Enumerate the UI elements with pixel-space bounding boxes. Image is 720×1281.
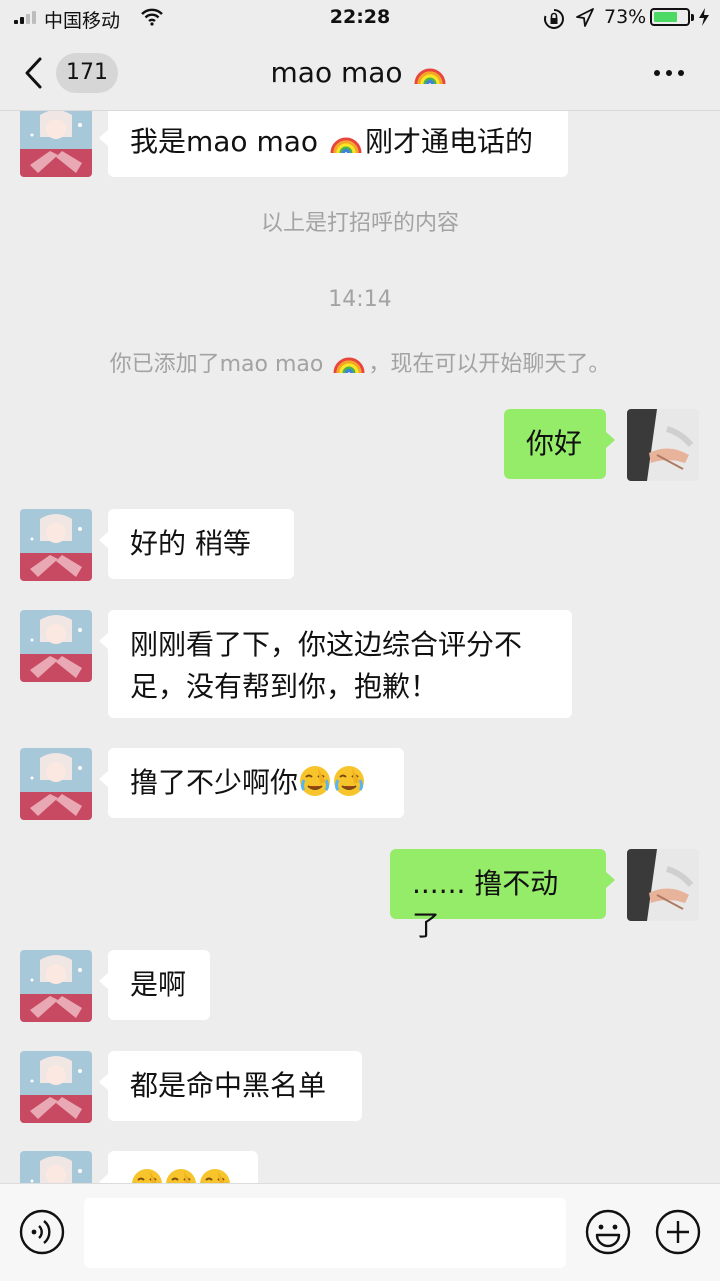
- incoming-message-bubble[interactable]: [99, 1151, 258, 1183]
- message-text: 我是mao mao: [130, 125, 327, 158]
- message-input[interactable]: [84, 1198, 566, 1268]
- system-notice-text: ，现在可以开始聊天了。: [368, 352, 611, 377]
- rainbow-emoji-icon: [329, 125, 363, 155]
- message-list[interactable]: 我是mao mao 刚才通电话的 以上是打招呼的内容 14:14 你已添加了ma…: [0, 111, 720, 1183]
- contact-avatar[interactable]: [20, 1051, 92, 1123]
- facepalm-tears-emoji-icon: [332, 764, 366, 798]
- orientation-lock-icon: [544, 9, 564, 29]
- message-text: 好的 稍等: [130, 527, 251, 560]
- facepalm-tears-emoji-icon: [298, 764, 332, 798]
- charging-bolt-icon: [699, 8, 709, 26]
- my-avatar[interactable]: [627, 409, 699, 481]
- my-avatar[interactable]: [627, 849, 699, 921]
- system-notice-text: 你已添加了mao mao: [109, 352, 331, 377]
- message-text: 你好: [526, 427, 583, 460]
- message-text: 撸了不少啊你: [130, 766, 299, 799]
- chat-title-text: mao mao: [270, 56, 403, 89]
- contact-avatar[interactable]: [20, 509, 92, 581]
- facepalm-tears-emoji-icon: [198, 1167, 232, 1183]
- input-bar: [0, 1183, 720, 1281]
- contact-avatar[interactable]: [20, 111, 92, 177]
- contact-avatar[interactable]: [20, 950, 92, 1022]
- chat-title: mao mao: [0, 56, 720, 89]
- facepalm-tears-emoji-icon: [164, 1167, 198, 1183]
- message-text: 刚才通电话的: [364, 125, 533, 158]
- system-notice: 以上是打招呼的内容: [260, 211, 459, 236]
- system-notice: 你已添加了mao mao ，现在可以开始聊天了。: [0, 345, 720, 378]
- status-bar: 中国移动 22:28 73%: [0, 0, 720, 36]
- location-arrow-icon: [576, 8, 594, 27]
- timestamp: 14:14: [328, 287, 392, 312]
- message-text: 都是命中黑名单: [130, 1069, 327, 1102]
- incoming-message-bubble[interactable]: 撸了不少啊你: [99, 748, 404, 818]
- contact-avatar[interactable]: [20, 748, 92, 820]
- battery-icon: [650, 8, 694, 26]
- chat-header: 171 mao mao: [0, 36, 720, 111]
- message-text: 是啊: [130, 968, 187, 1001]
- battery-percent: 73%: [604, 6, 647, 28]
- contact-avatar[interactable]: [20, 1151, 92, 1183]
- message-text: 刚刚看了下，你这边综合评分不足，没有帮到你，抱歉！: [130, 628, 523, 703]
- facepalm-tears-emoji-icon: [130, 1167, 164, 1183]
- rainbow-emoji-icon: [413, 56, 447, 86]
- rainbow-emoji-icon: [332, 345, 366, 375]
- contact-avatar[interactable]: [20, 610, 92, 682]
- incoming-message-bubble[interactable]: 刚刚看了下，你这边综合评分不足，没有帮到你，抱歉！: [99, 610, 572, 718]
- incoming-message-bubble[interactable]: 都是命中黑名单: [99, 1051, 362, 1121]
- incoming-message-bubble[interactable]: 我是mao mao 刚才通电话的: [99, 111, 568, 177]
- emoji-face-icon[interactable]: [584, 1208, 632, 1256]
- plus-circle-icon[interactable]: [654, 1208, 702, 1256]
- outgoing-message-bubble[interactable]: ...... 撸不动了: [390, 849, 615, 942]
- message-text: ...... 撸不动了: [412, 867, 559, 942]
- voice-mode-icon[interactable]: [18, 1208, 66, 1256]
- outgoing-message-bubble[interactable]: 你好: [504, 409, 615, 479]
- incoming-message-bubble[interactable]: 好的 稍等: [99, 509, 294, 579]
- incoming-message-bubble[interactable]: 是啊: [99, 950, 210, 1020]
- more-options-icon[interactable]: [652, 58, 686, 88]
